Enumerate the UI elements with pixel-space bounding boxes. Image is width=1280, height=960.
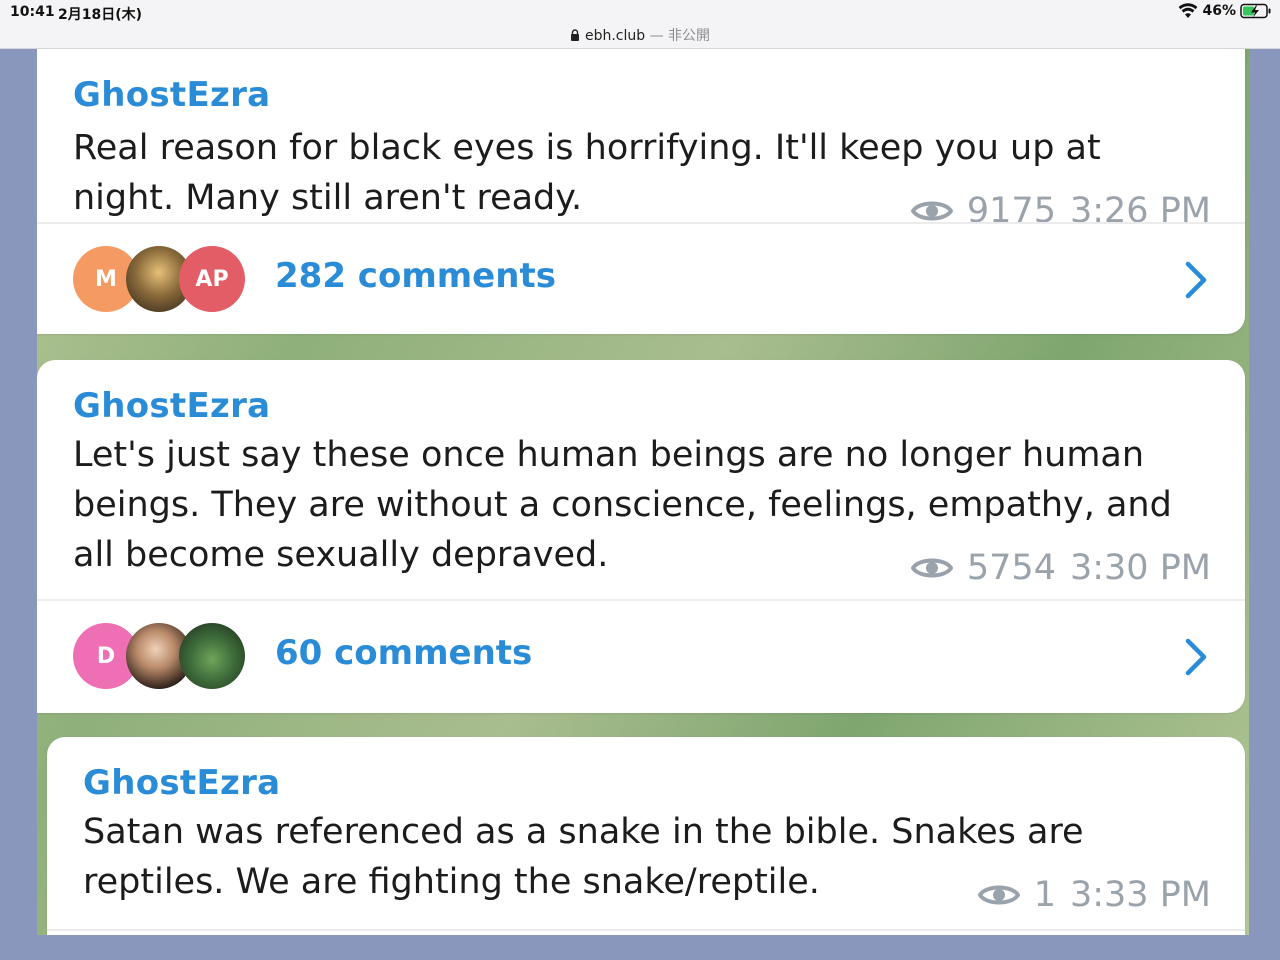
wifi-icon bbox=[1179, 3, 1198, 18]
avatar: AP bbox=[179, 246, 245, 312]
chat-background: GhostEzra Real reason for black eyes is … bbox=[37, 49, 1249, 935]
view-count: 1 bbox=[1033, 875, 1056, 915]
comments-count: 60 comments bbox=[275, 633, 533, 673]
eye-icon bbox=[910, 558, 953, 578]
divider bbox=[47, 929, 1245, 931]
avatar bbox=[179, 623, 245, 689]
eye-icon bbox=[910, 201, 953, 221]
message-meta: 1 3:33 PM bbox=[977, 875, 1211, 915]
status-indicators: 46% bbox=[1178, 3, 1272, 19]
url-private-label: — 非公開 bbox=[645, 28, 711, 44]
message-card: GhostEzra Let's just say these once huma… bbox=[37, 360, 1245, 713]
battery-percent: 46% bbox=[1202, 3, 1236, 19]
message-time: 3:33 PM bbox=[1069, 875, 1211, 915]
commenter-avatars: D bbox=[73, 623, 253, 689]
message-meta: 5754 3:30 PM bbox=[910, 548, 1211, 588]
url-text: ebh.club bbox=[584, 28, 646, 44]
eye-icon bbox=[977, 885, 1020, 905]
status-time: 10:41 bbox=[10, 4, 55, 20]
message-author[interactable]: GhostEzra bbox=[83, 763, 280, 803]
comments-count: 282 comments bbox=[275, 256, 556, 296]
address-bar[interactable]: ebh.club — 非公開 bbox=[0, 25, 1280, 45]
message-author[interactable]: GhostEzra bbox=[73, 386, 270, 426]
battery-charging-icon bbox=[1240, 3, 1271, 19]
message-time: 3:30 PM bbox=[1069, 548, 1211, 588]
commenter-avatars: M AP bbox=[73, 246, 253, 312]
status-bar: 10:41 2月18日(木) ebh.club — 非公開 46% bbox=[0, 0, 1280, 49]
chevron-right-icon bbox=[1185, 261, 1207, 299]
comments-button[interactable]: M AP 282 comments bbox=[37, 224, 1245, 336]
chevron-right-icon bbox=[1185, 638, 1207, 676]
status-date: 2月18日(木) bbox=[58, 7, 143, 23]
view-count: 5754 bbox=[966, 548, 1056, 588]
comments-button[interactable]: D 60 comments bbox=[37, 601, 1245, 713]
message-card: GhostEzra Real reason for black eyes is … bbox=[37, 49, 1245, 334]
message-author[interactable]: GhostEzra bbox=[73, 75, 270, 115]
message-card: GhostEzra Satan was referenced as a snak… bbox=[47, 737, 1245, 935]
lock-icon bbox=[570, 29, 579, 41]
